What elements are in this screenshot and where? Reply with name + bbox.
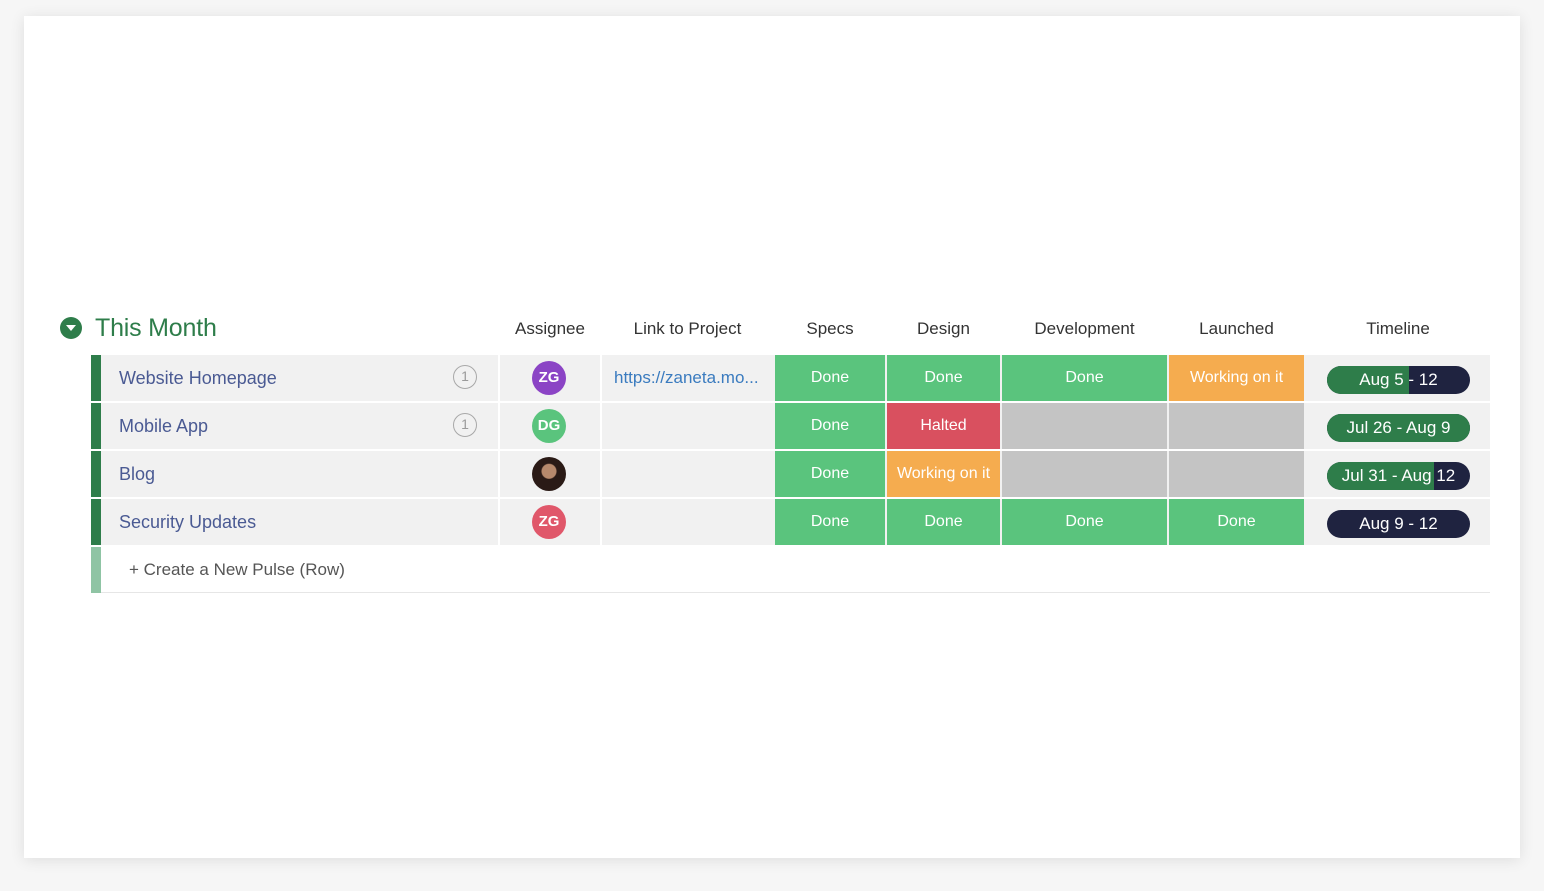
timeline-pill[interactable]: Aug 5 - 12 xyxy=(1327,366,1470,394)
row-name[interactable]: Blog xyxy=(119,451,155,497)
column-divider xyxy=(600,403,602,449)
row-color-bar xyxy=(91,547,101,593)
avatar[interactable]: ZG xyxy=(532,361,566,395)
status-cell-development[interactable] xyxy=(1002,403,1167,449)
create-new-row[interactable]: + Create a New Pulse (Row) xyxy=(91,547,1490,593)
table-row[interactable]: Blog Done Working on it Jul 31 - Aug 12 xyxy=(91,451,1490,497)
row-color-bar xyxy=(91,355,101,401)
group-header: This Month xyxy=(60,312,217,344)
avatar[interactable]: DG xyxy=(532,409,566,443)
column-divider xyxy=(600,499,602,545)
avatar[interactable]: ZG xyxy=(532,505,566,539)
timeline-label: Aug 9 - 12 xyxy=(1359,514,1438,533)
status-cell-design[interactable]: Done xyxy=(887,499,1000,545)
timeline-pill[interactable]: Aug 9 - 12 xyxy=(1327,510,1470,538)
status-cell-design[interactable]: Working on it xyxy=(887,451,1000,497)
status-cell-development[interactable]: Done xyxy=(1002,499,1167,545)
column-header-link[interactable]: Link to Project xyxy=(602,317,773,341)
row-name[interactable]: Security Updates xyxy=(119,499,256,545)
column-header-development[interactable]: Development xyxy=(1002,317,1167,341)
timeline-label: Aug 5 - 12 xyxy=(1359,370,1438,389)
project-link[interactable]: https://zaneta.mo... xyxy=(614,355,759,401)
chevron-down-icon[interactable] xyxy=(60,317,82,339)
column-header-timeline[interactable]: Timeline xyxy=(1306,317,1490,341)
column-header-design[interactable]: Design xyxy=(887,317,1000,341)
status-cell-design[interactable]: Halted xyxy=(887,403,1000,449)
column-header-specs[interactable]: Specs xyxy=(775,317,885,341)
row-color-bar xyxy=(91,403,101,449)
timeline-pill[interactable]: Jul 26 - Aug 9 xyxy=(1327,414,1470,442)
table-row[interactable]: Security Updates ZG Done Done Done Done … xyxy=(91,499,1490,545)
status-cell-specs[interactable]: Done xyxy=(775,451,885,497)
updates-badge[interactable]: 1 xyxy=(453,413,477,437)
status-cell-launched[interactable]: Done xyxy=(1169,499,1304,545)
status-cell-development[interactable] xyxy=(1002,451,1167,497)
status-cell-launched[interactable]: Working on it xyxy=(1169,355,1304,401)
column-divider xyxy=(600,451,602,497)
status-cell-launched[interactable] xyxy=(1169,451,1304,497)
timeline-label: Jul 26 - Aug 9 xyxy=(1346,418,1451,437)
timeline-label: Jul 31 - Aug 12 xyxy=(1341,466,1456,485)
create-new-pulse-button[interactable]: + Create a New Pulse (Row) xyxy=(129,547,345,593)
status-cell-specs[interactable]: Done xyxy=(775,403,885,449)
timeline-pill[interactable]: Jul 31 - Aug 12 xyxy=(1327,462,1470,490)
status-cell-launched[interactable] xyxy=(1169,403,1304,449)
updates-badge[interactable]: 1 xyxy=(453,365,477,389)
row-color-bar xyxy=(91,499,101,545)
status-cell-development[interactable]: Done xyxy=(1002,355,1167,401)
status-cell-specs[interactable]: Done xyxy=(775,355,885,401)
column-divider xyxy=(498,355,500,401)
column-divider xyxy=(498,451,500,497)
row-color-bar xyxy=(91,451,101,497)
row-name[interactable]: Mobile App xyxy=(119,403,208,449)
column-divider xyxy=(498,403,500,449)
table-row[interactable]: Mobile App 1 DG Done Halted Jul 26 - Aug… xyxy=(91,403,1490,449)
column-divider xyxy=(498,499,500,545)
column-header-assignee[interactable]: Assignee xyxy=(500,317,600,341)
status-cell-design[interactable]: Done xyxy=(887,355,1000,401)
group-title[interactable]: This Month xyxy=(95,314,217,343)
table-row[interactable]: Website Homepage 1 ZG https://zaneta.mo.… xyxy=(91,355,1490,401)
column-header-launched[interactable]: Launched xyxy=(1169,317,1304,341)
row-name[interactable]: Website Homepage xyxy=(119,355,277,401)
column-divider xyxy=(600,355,602,401)
avatar[interactable] xyxy=(532,457,566,491)
status-cell-specs[interactable]: Done xyxy=(775,499,885,545)
